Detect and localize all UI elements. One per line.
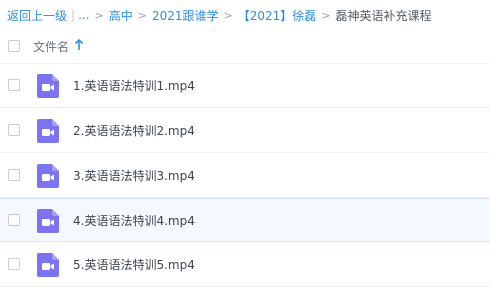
breadcrumb-separator: > [94,8,104,22]
breadcrumb: 返回上一级 | ... > 高中 > 2021跟谁学 > 【2021】徐磊 > … [7,6,432,24]
video-file-icon [37,74,59,98]
video-file-icon [37,164,59,188]
breadcrumb-item-xulei[interactable]: 【2021】徐磊 [238,7,317,24]
file-name[interactable]: 1.英语语法特训1.mp4 [73,77,195,94]
row-checkbox[interactable] [8,169,20,181]
row-checkbox[interactable] [8,258,20,270]
breadcrumb-ellipsis[interactable]: ... [78,8,89,22]
file-name[interactable]: 2.英语语法特训2.mp4 [73,122,195,139]
video-file-icon [37,209,59,233]
file-row[interactable]: 5.英语语法特训5.mp4 [0,243,490,287]
file-name[interactable]: 3.英语语法特训3.mp4 [73,167,195,184]
back-link[interactable]: 返回上一级 [7,7,67,24]
file-name[interactable]: 4.英语语法特训4.mp4 [73,212,195,229]
sort-ascending-icon[interactable] [74,39,84,51]
column-filename-label[interactable]: 文件名 [33,38,69,55]
breadcrumb-separator: > [137,8,147,22]
file-row[interactable]: 1.英语语法特训1.mp4 [0,64,490,108]
breadcrumb-item-gaozhong[interactable]: 高中 [109,7,133,24]
video-file-icon [37,253,59,277]
row-checkbox[interactable] [8,124,20,136]
video-file-icon [37,119,59,143]
row-checkbox[interactable] [8,214,20,226]
breadcrumb-current: 磊神英语补充课程 [335,8,432,23]
breadcrumb-separator: > [321,8,331,22]
breadcrumb-separator: > [223,8,233,22]
breadcrumb-item-genshuixue[interactable]: 2021跟谁学 [152,7,219,24]
row-checkbox[interactable] [8,79,20,91]
file-row[interactable]: 4.英语语法特训4.mp4 [0,198,490,242]
select-all-checkbox[interactable] [8,40,20,52]
file-row[interactable]: 2.英语语法特训2.mp4 [0,109,490,153]
file-list-header: 文件名 [0,29,490,64]
file-row[interactable]: 3.英语语法特训3.mp4 [0,154,490,198]
file-name[interactable]: 5.英语语法特训5.mp4 [73,256,195,273]
breadcrumb-divider: | [71,8,76,22]
